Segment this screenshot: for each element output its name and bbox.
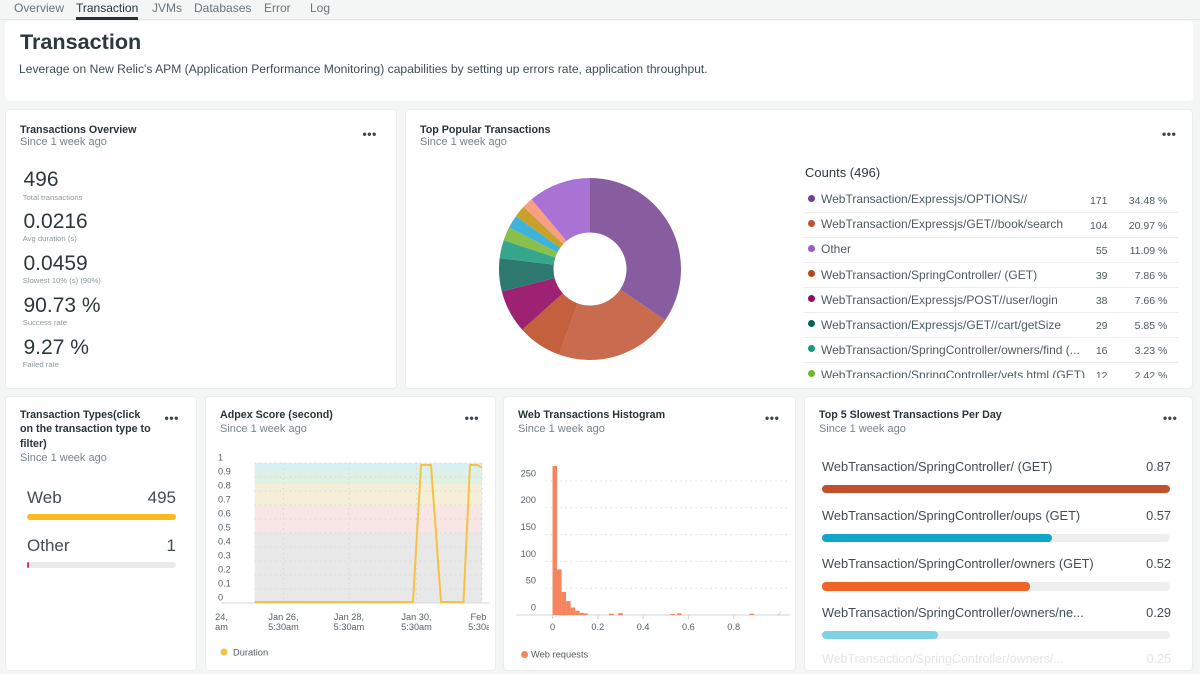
svg-text:Jan 30,: Jan 30, bbox=[401, 612, 431, 622]
svg-text:1: 1 bbox=[218, 453, 223, 463]
svg-text:0.9: 0.9 bbox=[218, 467, 231, 477]
svg-text:100: 100 bbox=[521, 549, 536, 559]
svg-text:0.6: 0.6 bbox=[682, 622, 695, 632]
svg-text:0.8: 0.8 bbox=[727, 622, 740, 632]
svg-text:0.4: 0.4 bbox=[218, 537, 231, 547]
svg-text:Web requests: Web requests bbox=[531, 650, 589, 660]
svg-text:Jan 26,: Jan 26, bbox=[268, 612, 298, 622]
svg-text:5:30am: 5:30am bbox=[401, 622, 432, 632]
svg-text:0.4: 0.4 bbox=[637, 622, 650, 632]
svg-text:0.2: 0.2 bbox=[218, 565, 231, 575]
svg-text:0.2: 0.2 bbox=[591, 622, 604, 632]
svg-text:am: am bbox=[215, 622, 228, 632]
svg-text:50: 50 bbox=[526, 576, 536, 586]
svg-text:0.3: 0.3 bbox=[218, 551, 231, 561]
svg-text:0.1: 0.1 bbox=[218, 579, 231, 589]
svg-text:0: 0 bbox=[218, 593, 223, 603]
svg-text:Feb 1,: Feb 1, bbox=[470, 612, 489, 622]
svg-text:0.5: 0.5 bbox=[218, 523, 231, 533]
svg-text:0.8: 0.8 bbox=[218, 481, 231, 491]
svg-text:200: 200 bbox=[521, 495, 536, 505]
svg-text:Jan 28,: Jan 28, bbox=[334, 612, 364, 622]
svg-text:5:30am: 5:30am bbox=[468, 622, 489, 632]
svg-text:0: 0 bbox=[550, 622, 555, 632]
svg-text:0: 0 bbox=[531, 602, 536, 612]
svg-text:0.6: 0.6 bbox=[218, 509, 231, 519]
svg-text:0.7: 0.7 bbox=[218, 495, 231, 505]
svg-text:150: 150 bbox=[521, 522, 536, 532]
svg-text:250: 250 bbox=[521, 468, 536, 478]
svg-text:Duration: Duration bbox=[233, 648, 268, 658]
svg-text:5:30am: 5:30am bbox=[334, 622, 365, 632]
svg-text:24,: 24, bbox=[215, 612, 228, 622]
svg-text:5:30am: 5:30am bbox=[268, 622, 299, 632]
